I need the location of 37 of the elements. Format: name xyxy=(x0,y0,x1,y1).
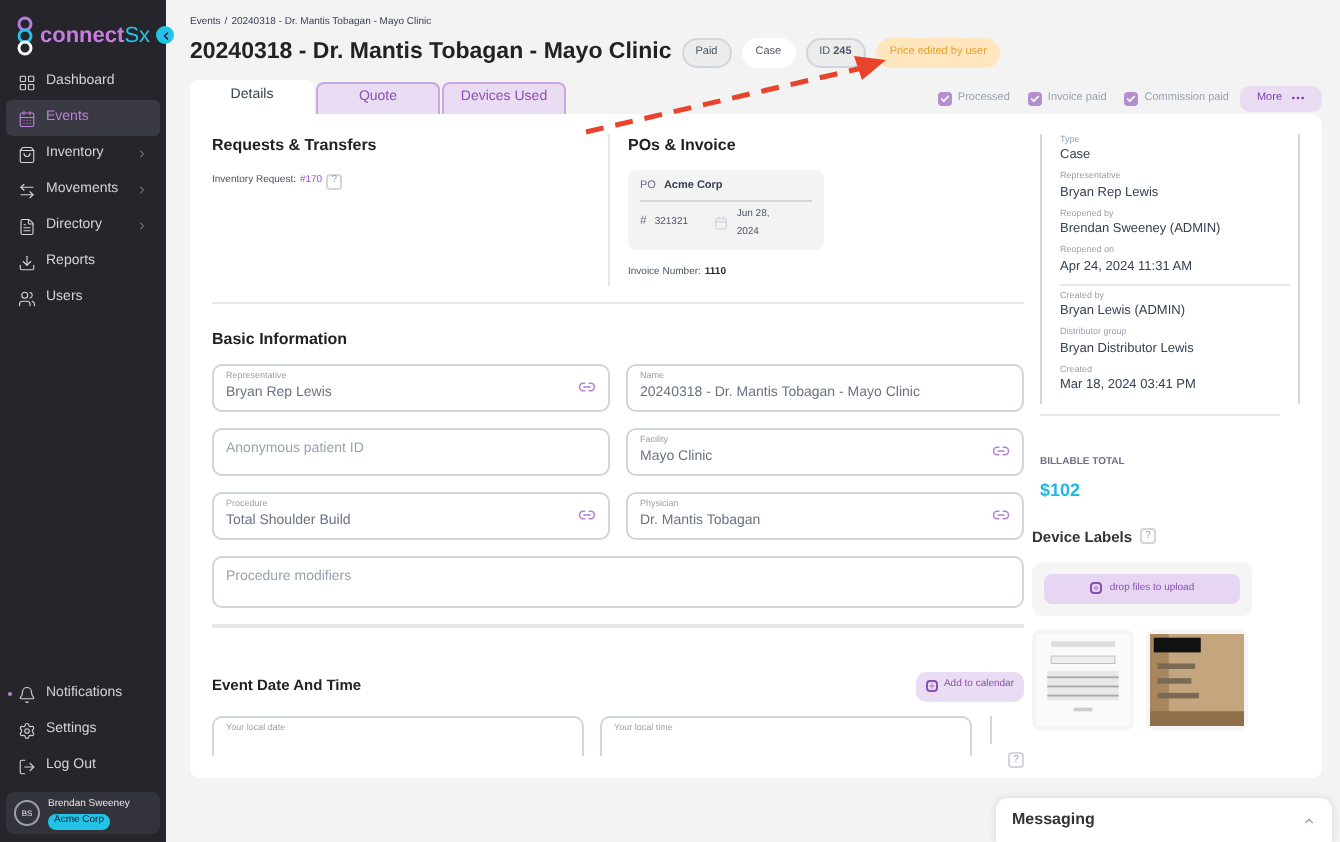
arrows-icon xyxy=(18,181,36,199)
logo-text: connectSx xyxy=(40,21,151,52)
link-icon[interactable] xyxy=(578,378,596,396)
bag-icon xyxy=(18,145,36,163)
settings-icon xyxy=(18,721,36,739)
logo-icon xyxy=(16,16,34,56)
chevron-icon xyxy=(136,184,148,196)
plus-icon xyxy=(925,680,938,692)
grid-icon xyxy=(18,73,36,91)
link-icon[interactable] xyxy=(992,442,1010,460)
chevron-icon xyxy=(136,220,148,232)
collapse-button[interactable] xyxy=(156,26,174,44)
thumbnail[interactable] xyxy=(1146,629,1248,730)
billable-total: $102 xyxy=(1040,478,1083,504)
download-icon xyxy=(18,253,36,271)
chevron-left-icon xyxy=(159,29,171,41)
plus-icon xyxy=(1089,582,1102,595)
document-icon xyxy=(18,217,36,235)
logout-icon xyxy=(18,757,36,775)
checkbox[interactable] xyxy=(937,91,952,106)
thumbnail[interactable] xyxy=(1032,629,1134,730)
calendar-icon xyxy=(18,109,36,127)
checkbox[interactable] xyxy=(1027,91,1042,106)
page-title: 20240318 - Dr. Mantis Tobagan - Mayo Clinic xyxy=(190,37,672,68)
checkbox[interactable] xyxy=(1124,91,1139,106)
users-icon xyxy=(18,289,36,307)
calendar-icon xyxy=(714,216,729,231)
section-heading: Basic Information xyxy=(212,327,350,351)
section-heading: POs & Invoice xyxy=(628,133,738,157)
chevron-up-icon[interactable] xyxy=(1302,813,1316,827)
link-icon[interactable] xyxy=(992,506,1010,524)
messaging-panel[interactable]: Messaging xyxy=(996,798,1332,842)
link-icon[interactable] xyxy=(578,506,596,524)
messaging-title: Messaging xyxy=(1012,808,1095,832)
chevron-icon xyxy=(136,148,148,160)
section-heading: Requests & Transfers xyxy=(212,133,379,157)
bell-icon xyxy=(18,685,36,703)
